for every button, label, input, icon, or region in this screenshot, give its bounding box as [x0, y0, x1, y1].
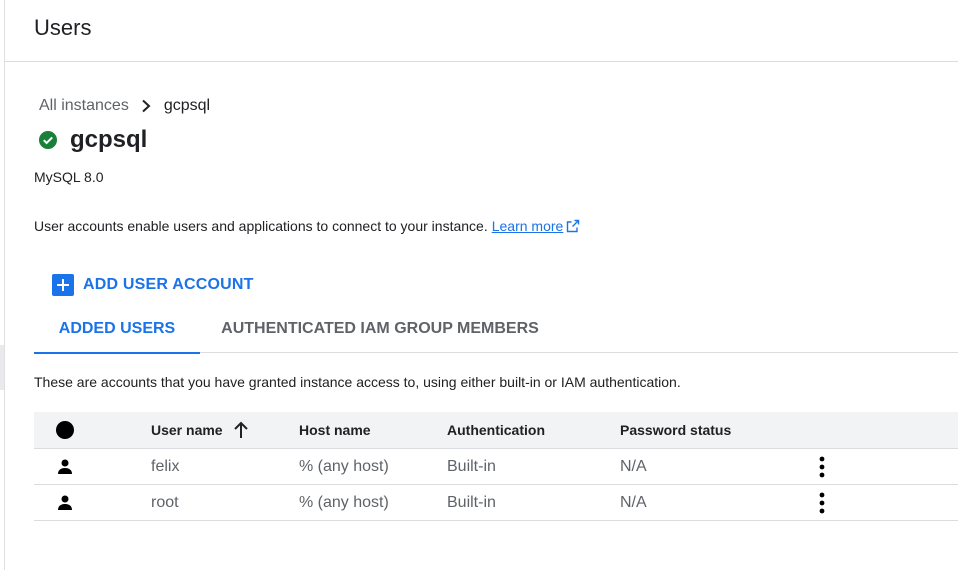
external-link-icon[interactable]	[566, 219, 580, 233]
column-header-user-name-label: User name	[151, 422, 223, 438]
instance-version: MySQL 8.0	[34, 169, 104, 185]
column-header-host-name[interactable]: Host name	[299, 412, 371, 448]
instance-heading: gcpsql	[39, 126, 147, 154]
page-title: Users	[34, 15, 92, 40]
host-name-cell: % (any host)	[299, 493, 389, 511]
users-table: User name Host name Authentication Passw…	[34, 412, 958, 521]
row-type-cell	[56, 485, 80, 520]
authentication-cell: Built-in	[447, 493, 496, 511]
more-vert-icon[interactable]	[819, 456, 825, 478]
tab-description: These are accounts that you have granted…	[34, 374, 681, 390]
column-header-user-name[interactable]: User name	[151, 412, 249, 448]
users-page: Users All instances gcpsql gcpsql MySQL …	[0, 0, 958, 570]
header-type-cell	[56, 412, 80, 448]
more-vert-icon[interactable]	[819, 492, 825, 514]
user-name-cell: root	[151, 493, 179, 511]
filled-circle-icon	[56, 421, 74, 439]
table-row: felix % (any host) Built-in N/A	[34, 449, 958, 485]
authentication-cell: Built-in	[447, 457, 496, 475]
table-row: root % (any host) Built-in N/A	[34, 485, 958, 521]
tab-added-users[interactable]: ADDED USERS	[34, 308, 200, 354]
password-status-cell: N/A	[620, 493, 647, 511]
password-status-cell: N/A	[620, 457, 647, 475]
breadcrumb-current: gcpsql	[163, 97, 211, 114]
host-name-cell: % (any host)	[299, 457, 389, 475]
instance-name: gcpsql	[70, 126, 148, 153]
add-user-account-label: ADD USER ACCOUNT	[83, 276, 254, 293]
tab-authenticated-iam-group-members[interactable]: AUTHENTICATED IAM GROUP MEMBERS	[200, 308, 560, 352]
column-header-authentication[interactable]: Authentication	[447, 412, 545, 448]
left-divider	[4, 0, 5, 570]
column-header-password-status[interactable]: Password status	[620, 412, 731, 448]
row-actions-cell	[812, 449, 832, 484]
add-user-account-button[interactable]: ADD USER ACCOUNT	[52, 274, 254, 296]
arrow-up-icon[interactable]	[233, 421, 249, 439]
chevron-right-icon	[142, 99, 151, 113]
table-header: User name Host name Authentication Passw…	[34, 412, 958, 449]
breadcrumb: All instances gcpsql	[39, 97, 210, 115]
left-scroll-indicator	[0, 345, 4, 390]
user-name-cell: felix	[151, 457, 180, 475]
plus-box-icon	[52, 274, 74, 296]
person-icon	[58, 495, 72, 510]
person-icon	[58, 459, 72, 474]
row-type-cell	[56, 449, 80, 484]
user-tabs: ADDED USERS AUTHENTICATED IAM GROUP MEMB…	[34, 308, 958, 354]
row-actions-cell	[812, 485, 832, 520]
info-message: User accounts enable users and applicati…	[34, 218, 488, 234]
learn-more-link[interactable]: Learn more	[492, 218, 564, 234]
check-circle-icon	[39, 131, 57, 149]
page-header: Users	[5, 0, 958, 62]
info-text: User accounts enable users and applicati…	[34, 218, 580, 234]
breadcrumb-all-instances-link[interactable]: All instances	[39, 97, 129, 115]
